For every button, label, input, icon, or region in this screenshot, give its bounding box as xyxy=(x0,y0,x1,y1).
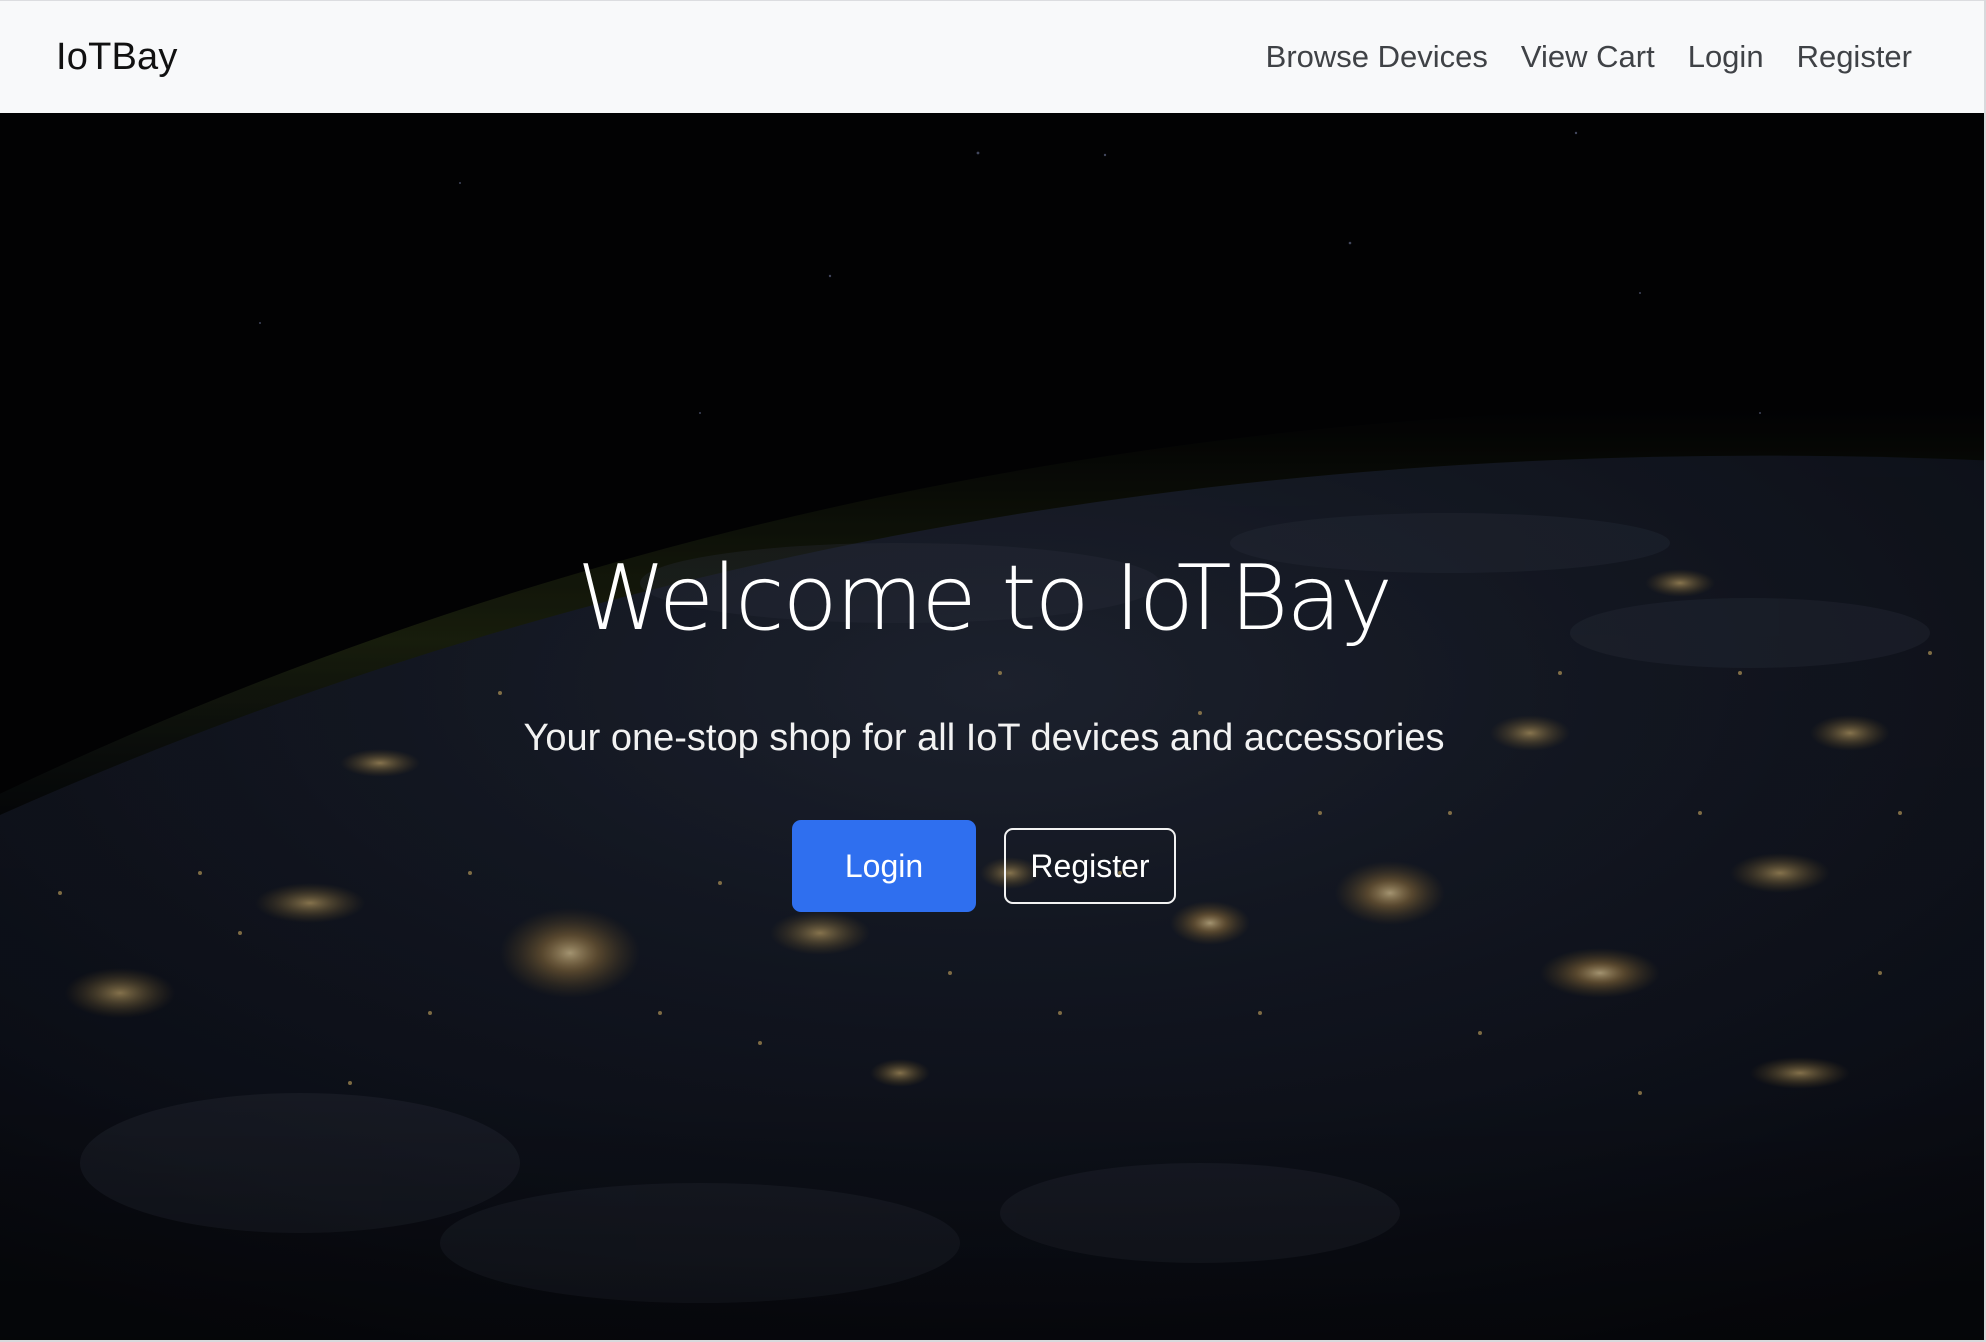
nav-link-browse-devices[interactable]: Browse Devices xyxy=(1266,39,1488,75)
hero-section: Welcome to IoTBay Your one-stop shop for… xyxy=(0,113,1984,1340)
hero-subtitle: Your one-stop shop for all IoT devices a… xyxy=(523,717,1445,759)
hero-title: Welcome to IoTBay xyxy=(577,546,1393,651)
browser-viewport: IoTBay Browse Devices View Cart Login Re… xyxy=(0,0,1986,1342)
nav-link-view-cart[interactable]: View Cart xyxy=(1521,39,1655,75)
nav-link-login[interactable]: Login xyxy=(1688,39,1764,75)
hero-login-button[interactable]: Login xyxy=(792,820,976,912)
top-navbar: IoTBay Browse Devices View Cart Login Re… xyxy=(0,0,1984,113)
brand-logo-link[interactable]: IoTBay xyxy=(56,36,178,79)
nav-links: Browse Devices View Cart Login Register xyxy=(1266,39,1912,75)
hero-button-group: Login Register xyxy=(0,820,1976,912)
nav-link-register[interactable]: Register xyxy=(1797,39,1912,75)
hero-register-button[interactable]: Register xyxy=(1004,828,1176,904)
